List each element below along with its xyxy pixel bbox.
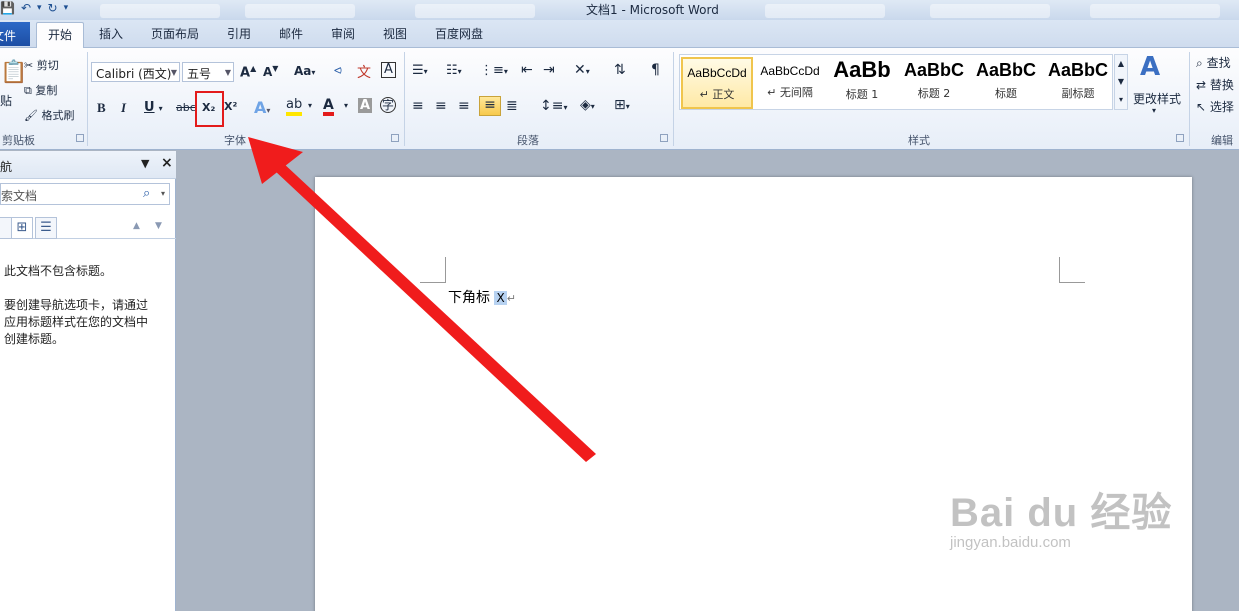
watermark-logo-text: Bai du 经验 <box>950 491 1173 535</box>
arrow-shaft <box>274 162 596 462</box>
baidu-watermark: Bai du 经验 jingyan.baidu.com <box>950 480 1172 551</box>
